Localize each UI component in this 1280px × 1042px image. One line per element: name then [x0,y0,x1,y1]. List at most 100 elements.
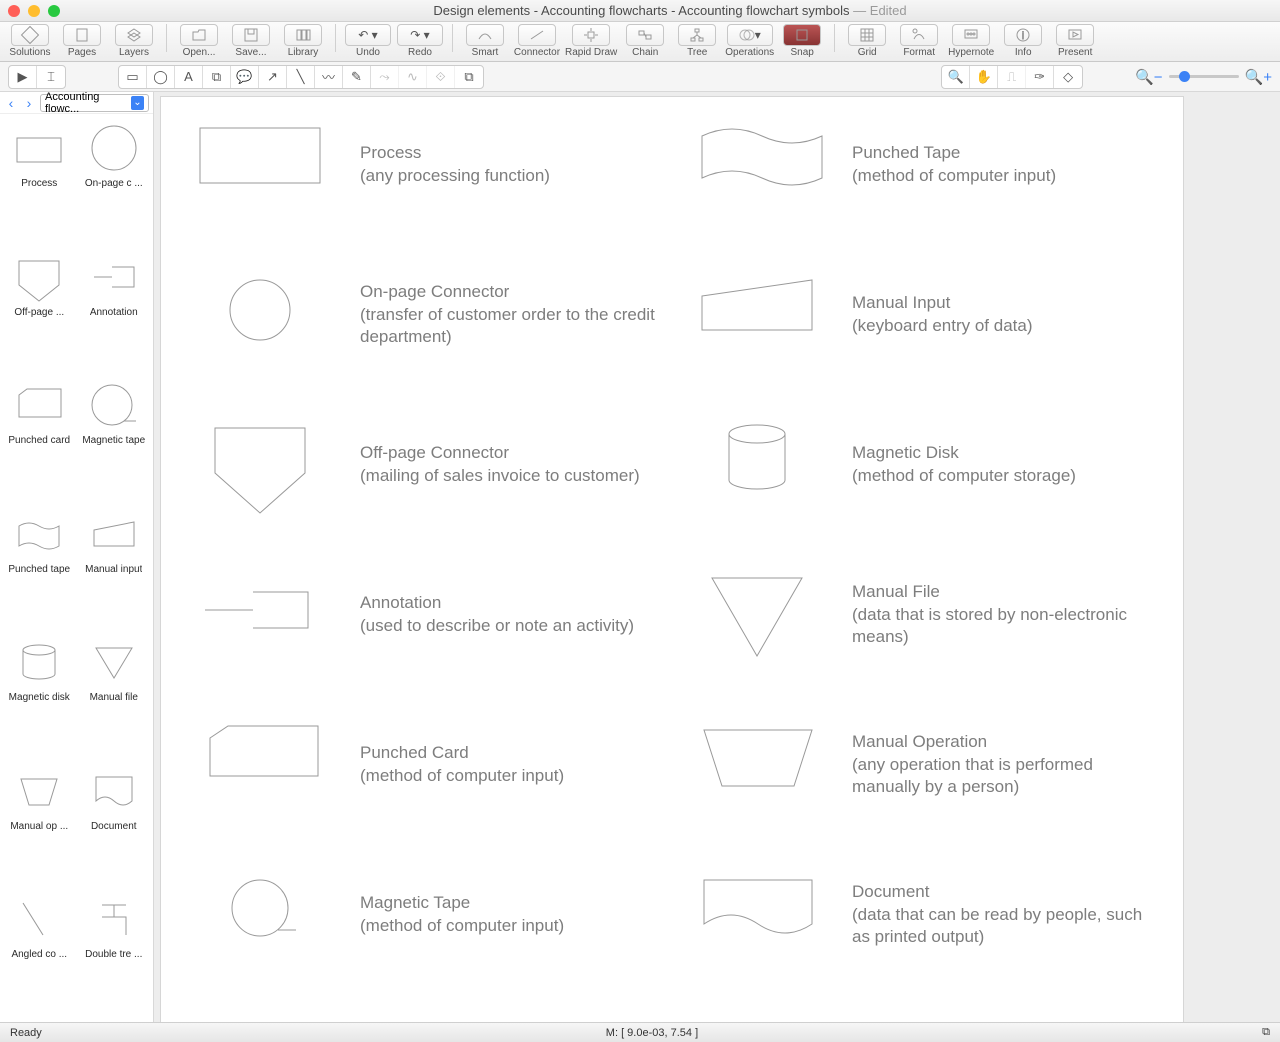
zoom-tool[interactable]: 🔍 [942,66,970,88]
rapid-draw-button[interactable] [572,24,610,46]
flowchart-symbol[interactable] [672,570,842,660]
rect-tool[interactable]: ▭ [119,66,147,88]
library-sidebar: ‹ › Accounting flowc... ⌄ ProcessOn-page… [0,92,154,1022]
stamp-tool[interactable]: ⎍ [998,66,1026,88]
tree-button[interactable] [678,24,716,46]
ellipse-tool[interactable]: ◯ [147,66,175,88]
flowchart-symbol[interactable] [180,420,350,510]
undo-button[interactable]: ↶ ▾ [345,24,391,46]
crop-tool[interactable]: ⧉ [455,66,483,88]
spline-tool[interactable]: ∿ [399,66,427,88]
connector-button[interactable] [518,24,556,46]
main-toolbar: Solutions Pages Layers Open... Save... L… [0,22,1280,62]
canvas-area[interactable]: Process(any processing function) Punched… [154,92,1280,1022]
snap-button[interactable] [783,24,821,46]
library-selector[interactable]: Accounting flowc... ⌄ [40,94,149,112]
status-ready: Ready [10,1027,42,1039]
callout-tool[interactable]: 💬 [231,66,259,88]
symbol-description: Punched Card(method of computer input) [350,742,672,788]
operations-button[interactable]: ▾ [727,24,773,46]
format-button[interactable] [900,24,938,46]
flowchart-symbol[interactable] [180,720,350,810]
library-button[interactable] [284,24,322,46]
library-item[interactable]: Manual input [77,506,152,631]
symbol-description: Magnetic Tape(method of computer input) [350,892,672,938]
library-item[interactable]: Double tre ... [77,891,152,1016]
zoom-in-icon[interactable]: 🔍+ [1245,68,1272,86]
symbol-description: Document(data that can be read by people… [842,881,1164,950]
open-button[interactable] [180,24,218,46]
redo-button[interactable]: ↷ ▾ [397,24,443,46]
flowchart-symbol[interactable] [180,120,350,210]
symbol-description: Off-page Connector(mailing of sales invo… [350,442,672,488]
library-item[interactable]: Process [2,120,77,245]
symbol-description: Annotation(used to describe or note an a… [350,592,672,638]
pen-tool[interactable]: ✎ [343,66,371,88]
library-item[interactable]: On-page c ... [77,120,152,245]
grid-button[interactable] [848,24,886,46]
symbol-description: Punched Tape(method of computer input) [842,142,1164,188]
library-item[interactable]: Annotation [77,249,152,374]
line-tool[interactable]: ╲ [287,66,315,88]
layers-button[interactable] [115,24,153,46]
status-bar: Ready M: [ 9.0e-03, 7.54 ] ⧉ [0,1022,1280,1042]
flowchart-symbol[interactable] [672,870,842,960]
hand-tool[interactable]: ✋ [970,66,998,88]
pages-button[interactable] [63,24,101,46]
nav-back-button[interactable]: ‹ [4,95,18,111]
status-mouse-coords: M: [ 9.0e-03, 7.54 ] [42,1027,1262,1039]
flowchart-symbol[interactable] [672,720,842,810]
library-item[interactable]: Document [77,763,152,888]
info-button[interactable]: i [1004,24,1042,46]
library-item[interactable]: Punched tape [2,506,77,631]
flowchart-symbol[interactable] [672,270,842,360]
text-select-tool[interactable]: ⌶ [37,66,65,88]
hypernote-button[interactable] [952,24,990,46]
save-button[interactable] [232,24,270,46]
library-item[interactable]: Manual file [77,634,152,759]
library-item[interactable]: Manual op ... [2,763,77,888]
title-edited-badge: — Edited [850,3,907,18]
flowchart-symbol[interactable] [672,420,842,510]
library-item[interactable]: Magnetic tape [77,377,152,502]
present-button[interactable] [1056,24,1094,46]
minimize-window-button[interactable] [28,5,40,17]
smart-connector-button[interactable] [466,24,504,46]
symbol-description: Process(any processing function) [350,142,672,188]
symbol-description: Magnetic Disk(method of computer storage… [842,442,1164,488]
symbol-description: Manual Input(keyboard entry of data) [842,292,1164,338]
nav-forward-button[interactable]: › [22,95,36,111]
window-title: Design elements - Accounting flowcharts … [68,3,1272,18]
bezier-tool[interactable]: ⤳ [371,66,399,88]
zoom-window-button[interactable] [48,5,60,17]
curve-tool[interactable]: 〰 [315,66,343,88]
library-item[interactable]: Off-page ... [2,249,77,374]
eraser-tool[interactable]: ◇ [1054,66,1082,88]
edit-points-tool[interactable]: ⟐ [427,66,455,88]
text-tool[interactable]: A [175,66,203,88]
zoom-slider[interactable]: 🔍− 🔍+ [1135,68,1272,86]
solutions-button[interactable] [11,24,49,46]
library-item[interactable]: Punched card [2,377,77,502]
symbol-description: Manual File(data that is stored by non-e… [842,581,1164,650]
flowchart-symbol[interactable] [180,570,350,660]
flowchart-symbol[interactable] [672,120,842,210]
resize-grip-icon[interactable]: ⧉ [1262,1026,1270,1039]
window-titlebar: Design elements - Accounting flowcharts … [0,0,1280,22]
flowchart-symbol[interactable] [180,270,350,360]
zoom-out-icon[interactable]: 🔍− [1135,68,1162,86]
library-item[interactable]: Angled co ... [2,891,77,1016]
title-main: Design elements - Accounting flowcharts … [433,3,849,18]
chain-button[interactable] [626,24,664,46]
flowchart-symbol[interactable] [180,870,350,960]
svg-text:i: i [1022,31,1024,42]
close-window-button[interactable] [8,5,20,17]
arrow-tool[interactable]: ↗ [259,66,287,88]
pointer-tool[interactable]: ▶ [9,66,37,88]
textbox-tool[interactable]: ⧉ [203,66,231,88]
drawing-canvas[interactable]: Process(any processing function) Punched… [160,96,1184,1022]
eyedropper-tool[interactable]: ✑ [1026,66,1054,88]
symbol-description: On-page Connector(transfer of customer o… [350,281,672,350]
library-item[interactable]: Magnetic disk [2,634,77,759]
shape-toolbar: ▶ ⌶ ▭ ◯ A ⧉ 💬 ↗ ╲ 〰 ✎ ⤳ ∿ ⟐ ⧉ 🔍 ✋ ⎍ ✑ ◇ … [0,62,1280,92]
